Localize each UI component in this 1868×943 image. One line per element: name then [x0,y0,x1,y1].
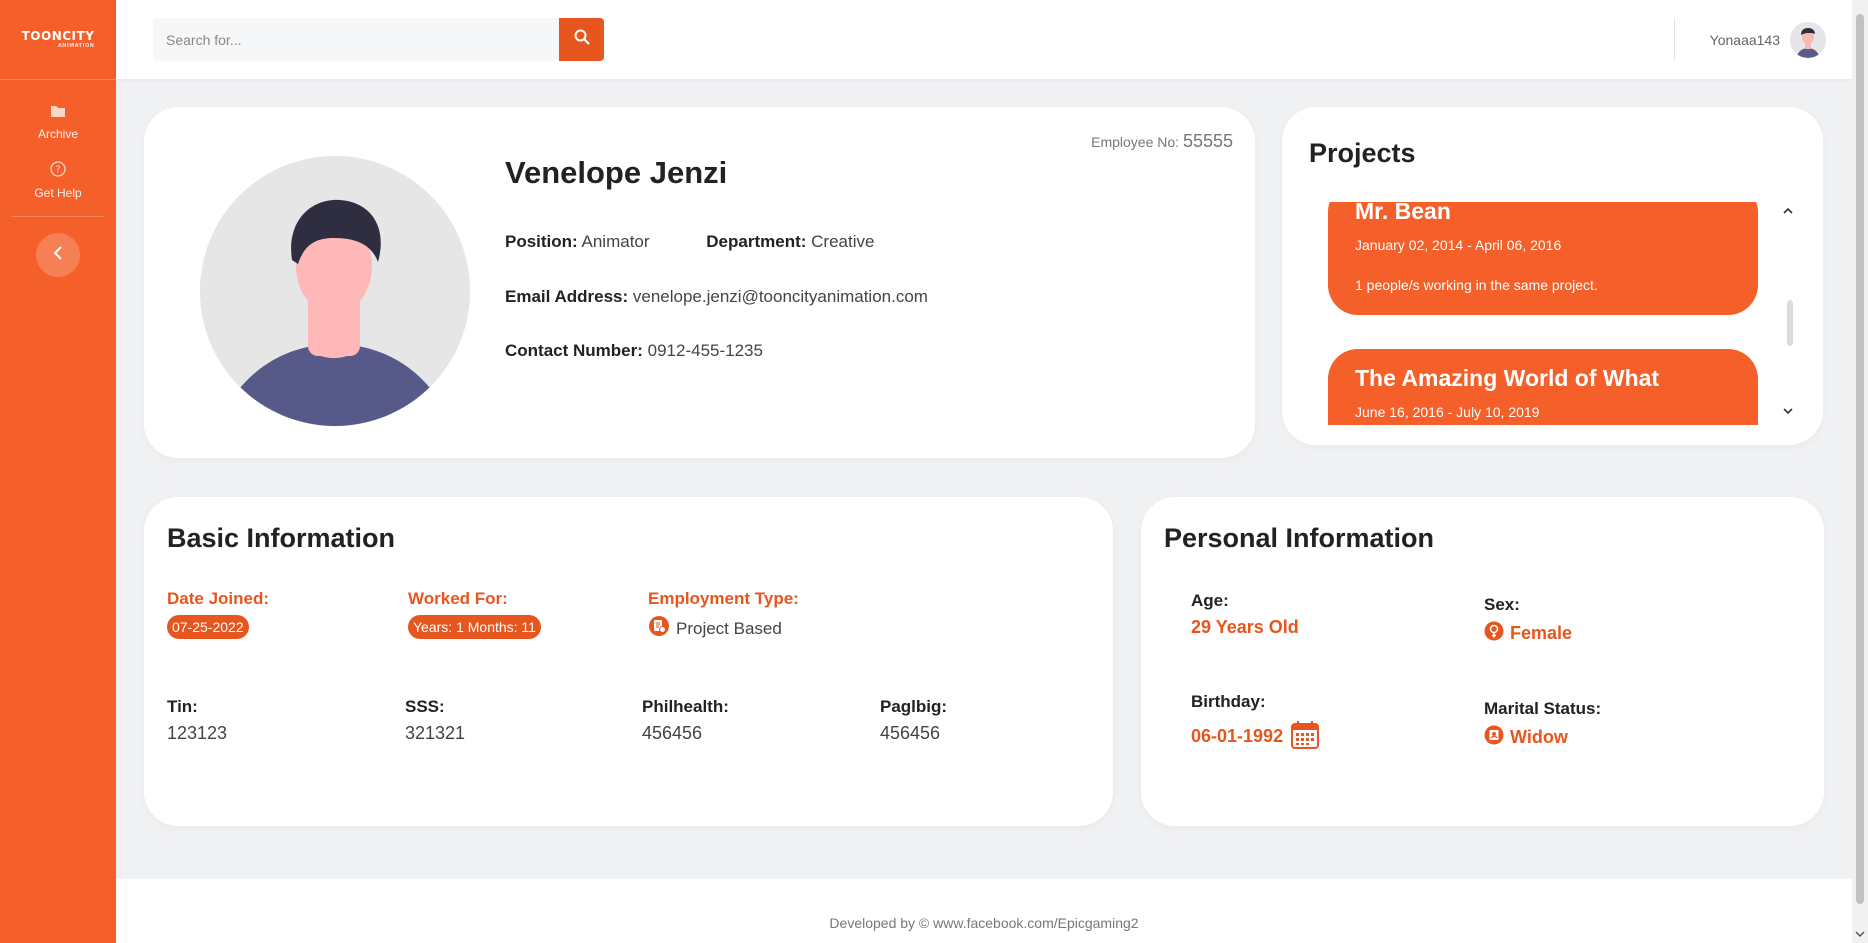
employment-type-value: Project Based [676,618,782,638]
department-label: Department: [706,232,807,251]
profile-card: Employee No: 55555 Venelope Jenzi Positi… [144,107,1255,458]
sidebar-item-archive[interactable]: Archive [0,94,116,151]
sidebar-divider [11,216,105,217]
profile-avatar [200,156,470,426]
topbar-divider [1674,18,1675,61]
search-button[interactable] [559,18,604,61]
email-value: venelope.jenzi@tooncityanimation.com [632,287,928,306]
folder-icon [50,104,66,123]
search-input[interactable] [153,18,559,61]
date-joined: Date Joined: 07-25-2022 [167,589,269,639]
project-based-icon [648,615,670,642]
position-label: Position: [505,232,578,251]
project-title: The Amazing World of What [1355,365,1660,391]
avatar [1790,21,1826,58]
tin-label: Tin: [167,697,198,716]
sex-value: Female [1510,623,1573,643]
help-icon: ? [50,161,66,182]
sidebar-item-label: Get Help [34,186,82,200]
project-people: 1 people/s working in the same project. [1355,277,1598,293]
employee-number: Employee No: 55555 [1091,131,1233,152]
sidebar-collapse-button[interactable] [36,233,80,277]
basic-information-title: Basic Information [167,523,396,553]
sss-label: SSS: [405,697,445,716]
projects-title: Projects [1309,138,1416,168]
date-joined-badge: 07-25-2022 [167,615,249,639]
employee-number-value: 55555 [1182,131,1233,151]
philhealth-value: 456456 [642,723,703,743]
age-value: 29 Years Old [1191,617,1299,637]
position-row: Position: Animator Department: Creative [505,232,874,252]
email-label: Email Address: [505,287,629,306]
user-menu[interactable]: Yonaaa143 [1710,18,1826,61]
tin-value: 123123 [167,723,228,743]
contact-value: 0912-455-1235 [647,341,763,360]
marital-status-value: Widow [1510,727,1568,747]
position-value: Animator [581,232,650,251]
birthday: Birthday: 06-01-1992 [1191,692,1321,755]
project-item[interactable]: Mr. Bean January 02, 2014 - April 06, 20… [1328,202,1758,315]
topbar: Yonaaa143 [116,0,1852,79]
project-dates: June 16, 2016 - July 10, 2019 [1355,404,1540,420]
chevron-down-icon[interactable] [1783,402,1793,418]
search-icon [574,29,590,50]
female-icon [1484,621,1504,646]
footer-area [116,879,1852,943]
tin: Tin: 123123 [167,697,227,744]
footer: Developed by © www.facebook.com/Epicgami… [829,915,1139,931]
basic-information-card: Basic Information Date Joined: 07-25-202… [144,497,1113,826]
philhealth: Philhealth: 456456 [642,697,729,744]
sidebar-item-label: Archive [37,127,78,141]
worked-for-label: Worked For: [408,589,508,608]
username: Yonaaa143 [1709,31,1780,48]
sss: SSS: 321321 [405,697,465,744]
birthday-label: Birthday: [1191,692,1266,711]
date-joined-label: Date Joined: [167,589,270,608]
brand-logo-text: TOONCITY [21,29,95,43]
project-title: Mr. Bean [1355,202,1451,224]
worked-for: Worked For: Years: 1 Months: 11 [408,589,541,639]
employment-type: Employment Type: Project Based [648,589,799,642]
employment-type-label: Employment Type: [648,589,799,608]
employee-name: Venelope Jenzi [505,155,728,190]
pagibig: Paglbig: 456456 [880,697,947,744]
age-label: Age: [1191,591,1229,610]
brand-logo-sub: ANIMATION [57,43,95,49]
department-value: Creative [811,232,875,251]
email-row: Email Address: venelope.jenzi@tooncityan… [505,287,928,307]
svg-text:?: ? [55,165,60,176]
marital-status-label: Marital Status: [1484,699,1602,718]
pagibig-label: Paglbig: [880,697,948,716]
chevron-up-icon[interactable] [1783,202,1793,218]
projects-card: Projects Mr. Bean January 02, 2014 - Apr… [1282,107,1823,445]
contact-label: Contact Number: [505,341,643,360]
projects-list[interactable]: Mr. Bean January 02, 2014 - April 06, 20… [1328,202,1758,425]
projects-scroll-thumb[interactable] [1787,300,1793,346]
worked-for-badge: Years: 1 Months: 11 [408,615,541,639]
personal-information-card: Personal Information Age: 29 Years Old S… [1141,497,1824,826]
sex-label: Sex: [1484,595,1520,614]
age: Age: 29 Years Old [1191,591,1299,638]
marital-status-icon [1484,725,1504,750]
project-dates: January 02, 2014 - April 06, 2016 [1355,237,1562,253]
scroll-down-icon[interactable] [1855,930,1865,941]
page-scrollbar-thumb[interactable] [1856,14,1864,904]
birthday-value: 06-01-1992 [1191,726,1284,746]
project-item[interactable]: The Amazing World of What June 16, 2016 … [1328,349,1758,425]
employee-number-label: Employee No: [1091,134,1180,150]
search-bar [153,18,604,61]
philhealth-label: Philhealth: [642,697,729,716]
sex: Sex: Female [1484,595,1572,646]
contact-row: Contact Number: 0912-455-1235 [505,341,763,361]
pagibig-value: 456456 [880,723,941,743]
sidebar: TOONCITY ANIMATION Archive ? Get Help [0,0,116,943]
sss-value: 321321 [405,723,466,743]
marital-status: Marital Status: Widow [1484,699,1601,750]
personal-information-title: Personal Information [1164,523,1435,553]
chevron-left-icon [52,245,64,265]
brand-logo[interactable]: TOONCITY ANIMATION [0,0,116,80]
page-scrollbar[interactable] [1852,0,1868,943]
calendar-icon [1289,718,1321,755]
sidebar-item-get-help[interactable]: ? Get Help [0,151,116,210]
